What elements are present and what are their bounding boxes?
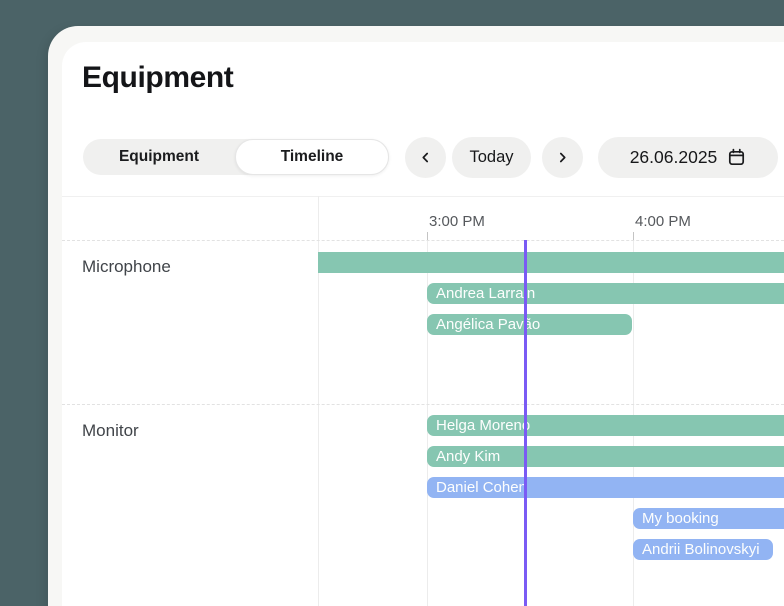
booking-bar[interactable]: Andrii Bolinovskyi xyxy=(633,539,773,560)
booking-bar[interactable]: Helga Moreno xyxy=(427,415,784,436)
hour-tick xyxy=(633,232,634,240)
booking-bar[interactable]: Angélica Pavão xyxy=(427,314,632,335)
booking-bar[interactable]: Daniel Cohen xyxy=(427,477,784,498)
row-label: Monitor xyxy=(82,421,139,440)
row-label: Microphone xyxy=(82,257,171,276)
booking-bar[interactable] xyxy=(318,252,784,273)
row-divider xyxy=(62,240,784,241)
page-background: { "page_title": "Equipment", "view_switc… xyxy=(0,0,784,606)
equipment-card: Equipment Equipment Timeline Today 26.06… xyxy=(62,42,784,606)
time-label: 3:00 PM xyxy=(429,213,485,230)
booking-bar[interactable]: My booking xyxy=(633,508,784,529)
booking-bar[interactable]: Andy Kim xyxy=(427,446,784,467)
time-label: 4:00 PM xyxy=(635,213,691,230)
hour-tick xyxy=(427,232,428,240)
grid-header-border xyxy=(62,196,784,197)
current-time-indicator xyxy=(524,240,527,606)
timeline-grid: 3:00 PM 4:00 PM Microphone Andrea Larrain An… xyxy=(62,42,784,606)
booking-bar[interactable]: Andrea Larrain xyxy=(427,283,784,304)
row-divider xyxy=(62,404,784,405)
